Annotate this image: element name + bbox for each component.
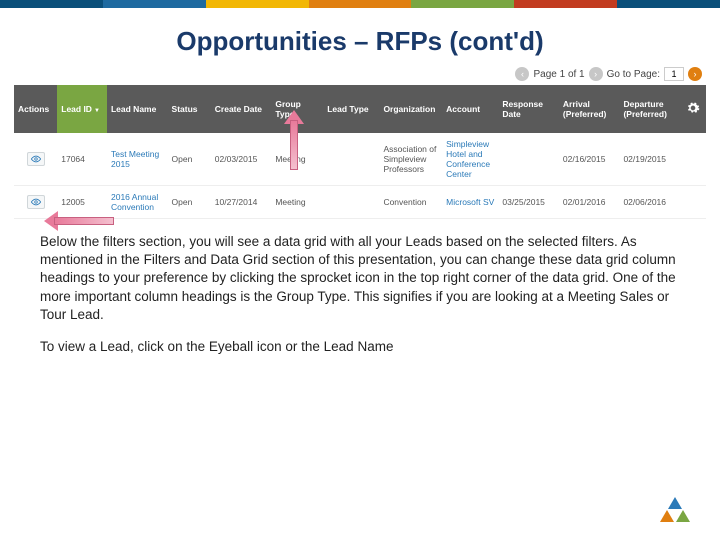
- col-group-type[interactable]: Group Type: [271, 85, 323, 133]
- table-row: 17064 Test Meeting 2015 Open 02/03/2015 …: [14, 133, 706, 186]
- cell-organization: Convention: [379, 186, 442, 219]
- cell-lead-type: [323, 186, 379, 219]
- cell-account[interactable]: Microsoft SV: [442, 186, 498, 219]
- cell-lead-id: 12005: [57, 186, 107, 219]
- cell-status: Open: [168, 133, 211, 186]
- cell-lead-id: 17064: [57, 133, 107, 186]
- leads-grid: Actions Lead ID▼ Lead Name Status Create…: [14, 85, 706, 219]
- goto-page-input[interactable]: [664, 67, 684, 81]
- page-indicator: Page 1 of 1: [533, 69, 584, 80]
- col-arrival[interactable]: Arrival (Preferred): [559, 85, 620, 133]
- col-settings[interactable]: [680, 85, 706, 133]
- view-lead-button[interactable]: [27, 195, 45, 209]
- header-row: Actions Lead ID▼ Lead Name Status Create…: [14, 85, 706, 133]
- brand-logo: [660, 497, 690, 528]
- sort-desc-icon: ▼: [94, 108, 100, 114]
- next-page-button[interactable]: ›: [589, 67, 603, 81]
- body-paragraph-2: To view a Lead, click on the Eyeball ico…: [0, 324, 720, 356]
- cell-arrival: 02/16/2015: [559, 133, 620, 186]
- view-lead-button[interactable]: [27, 152, 45, 166]
- cell-account[interactable]: Simpleview Hotel and Conference Center: [442, 133, 498, 186]
- col-lead-name[interactable]: Lead Name: [107, 85, 168, 133]
- cell-response-date: 03/25/2015: [498, 186, 559, 219]
- goto-page-button[interactable]: ›: [688, 67, 702, 81]
- cell-departure: 02/19/2015: [619, 133, 680, 186]
- brand-stripe: [0, 0, 720, 8]
- cell-lead-name[interactable]: 2016 Annual Convention: [107, 186, 168, 219]
- col-response-date[interactable]: Response Date: [498, 85, 559, 133]
- col-status[interactable]: Status: [168, 85, 211, 133]
- pager: ‹ Page 1 of 1 › Go to Page: ›: [0, 67, 720, 81]
- cell-lead-type: [323, 133, 379, 186]
- cell-arrival: 02/01/2016: [559, 186, 620, 219]
- prev-page-button[interactable]: ‹: [515, 67, 529, 81]
- table-row: 12005 2016 Annual Convention Open 10/27/…: [14, 186, 706, 219]
- col-create-date[interactable]: Create Date: [211, 85, 272, 133]
- col-departure[interactable]: Departure (Preferred): [619, 85, 680, 133]
- page-title: Opportunities – RFPs (cont'd): [0, 26, 720, 57]
- cell-response-date: [498, 133, 559, 186]
- cell-departure: 02/06/2016: [619, 186, 680, 219]
- cell-organization: Association of Simpleview Professors: [379, 133, 442, 186]
- col-organization[interactable]: Organization: [379, 85, 442, 133]
- cell-create-date: 10/27/2014: [211, 186, 272, 219]
- cell-create-date: 02/03/2015: [211, 133, 272, 186]
- gear-icon: [686, 107, 700, 117]
- goto-page-label: Go to Page:: [607, 69, 660, 80]
- cell-group-type: Meeting: [271, 133, 323, 186]
- cell-lead-name[interactable]: Test Meeting 2015: [107, 133, 168, 186]
- cell-status: Open: [168, 186, 211, 219]
- body-paragraph-1: Below the filters section, you will see …: [0, 219, 720, 324]
- cell-group-type: Meeting: [271, 186, 323, 219]
- col-account[interactable]: Account: [442, 85, 498, 133]
- col-actions[interactable]: Actions: [14, 85, 57, 133]
- col-lead-id[interactable]: Lead ID▼: [57, 85, 107, 133]
- eye-icon: [31, 197, 41, 207]
- col-lead-type[interactable]: Lead Type: [323, 85, 379, 133]
- eye-icon: [31, 154, 41, 164]
